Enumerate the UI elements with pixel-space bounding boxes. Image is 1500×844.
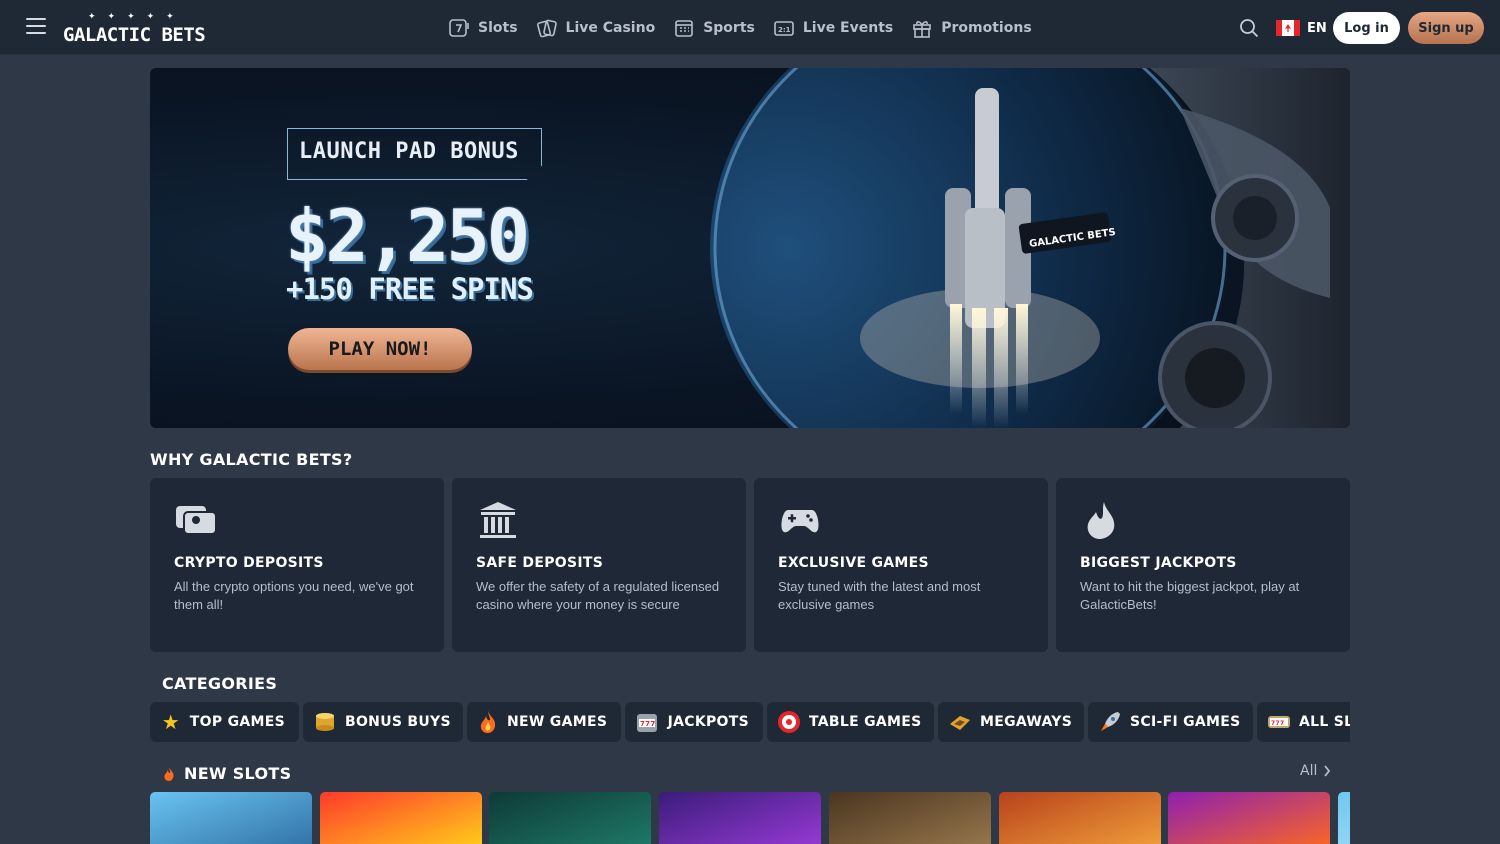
canada-flag-icon bbox=[1276, 20, 1300, 36]
bonus-badge: LAUNCH PAD BONUS bbox=[299, 139, 519, 164]
slot-game-2[interactable] bbox=[320, 792, 482, 844]
coins-icon bbox=[313, 709, 337, 735]
chevron-right-icon bbox=[1324, 765, 1331, 777]
live-score-icon: 2:1 bbox=[774, 21, 794, 36]
language-code: EN bbox=[1307, 20, 1327, 36]
svg-text:2:1: 2:1 bbox=[778, 26, 791, 34]
gift-icon bbox=[913, 21, 932, 38]
nav-live-events[interactable]: 2:1 Live Events bbox=[773, 15, 893, 41]
slot-game-1[interactable] bbox=[150, 792, 312, 844]
svg-text:777: 777 bbox=[1271, 720, 1284, 727]
category-jackpots[interactable]: 777 JACKPOTS bbox=[625, 702, 763, 742]
wallet-icon bbox=[176, 506, 217, 535]
search-icon[interactable] bbox=[1238, 17, 1260, 39]
gamepad-icon bbox=[781, 510, 819, 533]
why-title: WHY GALACTIC BETS? bbox=[150, 450, 353, 469]
category-label: JACKPOTS bbox=[667, 714, 749, 730]
top-header: ✦✦✦✦✦ GALACTIC BETS Slots Live Casino Sp… bbox=[0, 0, 1500, 55]
flame-icon bbox=[1087, 502, 1115, 539]
feature-card-safe: SAFE DEPOSITS We offer the safety of a r… bbox=[452, 478, 746, 652]
slot-game-5[interactable] bbox=[829, 792, 991, 844]
all-label: All bbox=[1300, 763, 1318, 779]
login-button[interactable]: Log in bbox=[1333, 12, 1400, 44]
category-bar: ★ TOP GAMES BONUS BUYS NEW GAMES 777 JAC… bbox=[150, 702, 1350, 742]
category-all-slots[interactable]: 777 ALL SLOTS bbox=[1257, 702, 1350, 742]
play-now-button[interactable]: PLAY NOW! bbox=[288, 328, 472, 370]
new-slots-all-link[interactable]: All bbox=[1300, 763, 1331, 779]
category-megaways[interactable]: MEGAWAYS bbox=[938, 702, 1084, 742]
new-slots-heading: NEW SLOTS bbox=[162, 764, 291, 783]
new-slots-title: NEW SLOTS bbox=[184, 764, 292, 783]
rocket-icon bbox=[1098, 709, 1122, 735]
category-table-games[interactable]: TABLE GAMES bbox=[767, 702, 934, 742]
feature-desc: All the crypto options you need, we've g… bbox=[174, 579, 414, 612]
reels-icon: 777 bbox=[1267, 709, 1291, 735]
cards-icon bbox=[536, 19, 557, 38]
main-nav: Slots Live Casino Sports 2:1 Live Events… bbox=[448, 15, 1032, 41]
category-new-games[interactable]: NEW GAMES bbox=[467, 702, 621, 742]
logo-stars: ✦✦✦✦✦ bbox=[88, 12, 186, 22]
category-label: NEW GAMES bbox=[507, 714, 608, 730]
category-label: BONUS BUYS bbox=[345, 714, 451, 730]
slot-game-4[interactable] bbox=[659, 792, 821, 844]
feature-title: BIGGEST JACKPOTS bbox=[1080, 555, 1237, 571]
category-label: TABLE GAMES bbox=[809, 714, 922, 730]
category-label: TOP GAMES bbox=[189, 714, 285, 730]
nav-live-casino-label: Live Casino bbox=[565, 20, 656, 36]
logo-text: GALACTIC BETS bbox=[63, 24, 206, 46]
signup-button[interactable]: Sign up bbox=[1408, 12, 1484, 44]
slot-machine-icon bbox=[449, 19, 469, 37]
nav-live-events-label: Live Events bbox=[802, 20, 894, 36]
language-selector[interactable]: EN bbox=[1276, 17, 1327, 39]
megaways-icon bbox=[948, 709, 972, 735]
menu-icon[interactable] bbox=[26, 18, 46, 36]
feature-card-crypto: CRYPTO DEPOSITS All the crypto options y… bbox=[150, 478, 444, 652]
category-label: MEGAWAYS bbox=[980, 714, 1073, 730]
nav-promotions[interactable]: Promotions bbox=[911, 15, 1032, 41]
category-label: SCI-FI GAMES bbox=[1130, 714, 1241, 730]
category-label: ALL SLOTS bbox=[1299, 714, 1350, 730]
slot-game-6[interactable] bbox=[999, 792, 1161, 844]
feature-title: CRYPTO DEPOSITS bbox=[174, 555, 324, 571]
feature-card-exclusive: EXCLUSIVE GAMES Stay tuned with the late… bbox=[754, 478, 1048, 652]
nav-sports[interactable]: Sports bbox=[673, 15, 755, 41]
feature-title: EXCLUSIVE GAMES bbox=[778, 555, 929, 571]
fire-icon bbox=[477, 709, 499, 735]
roulette-icon bbox=[777, 709, 801, 735]
slot-game-8[interactable] bbox=[1338, 792, 1350, 844]
bank-icon bbox=[480, 502, 516, 538]
svg-text:777: 777 bbox=[640, 720, 656, 728]
bonus-amount: $2,250 bbox=[285, 194, 530, 278]
star-icon: ★ bbox=[161, 710, 181, 734]
categories-title: CATEGORIES bbox=[162, 674, 278, 693]
nav-slots-label: Slots bbox=[478, 20, 518, 36]
feature-card-jackpots: BIGGEST JACKPOTS Want to hit the biggest… bbox=[1056, 478, 1350, 652]
slot-game-3[interactable] bbox=[489, 792, 651, 844]
nav-slots[interactable]: Slots bbox=[448, 15, 518, 41]
slot-game-7[interactable] bbox=[1168, 792, 1330, 844]
logo[interactable]: ✦✦✦✦✦ GALACTIC BETS bbox=[63, 12, 208, 46]
category-top-games[interactable]: ★ TOP GAMES bbox=[150, 702, 299, 742]
feature-desc: Want to hit the biggest jackpot, play at… bbox=[1080, 579, 1300, 612]
hero-banner[interactable]: GALACTIC BETS LAUNCH PAD BONUS $2,250 +1… bbox=[150, 68, 1350, 428]
fire-icon bbox=[164, 766, 174, 781]
new-slots-row bbox=[150, 792, 1350, 844]
nav-live-casino[interactable]: Live Casino bbox=[536, 15, 656, 41]
astronaut-helmet-rocket-art: GALACTIC BETS bbox=[710, 68, 1350, 428]
scoreboard-icon bbox=[675, 20, 693, 37]
slot-777-icon: 777 bbox=[635, 709, 660, 735]
feature-title: SAFE DEPOSITS bbox=[476, 555, 604, 571]
category-bonus-buys[interactable]: BONUS BUYS bbox=[303, 702, 463, 742]
nav-promotions-label: Promotions bbox=[941, 20, 1032, 36]
category-sci-fi-games[interactable]: SCI-FI GAMES bbox=[1088, 702, 1253, 742]
free-spins: +150 FREE SPINS bbox=[286, 272, 534, 306]
feature-desc: We offer the safety of a regulated licen… bbox=[476, 579, 720, 612]
nav-sports-label: Sports bbox=[703, 20, 755, 36]
feature-desc: Stay tuned with the latest and most excl… bbox=[778, 579, 981, 612]
